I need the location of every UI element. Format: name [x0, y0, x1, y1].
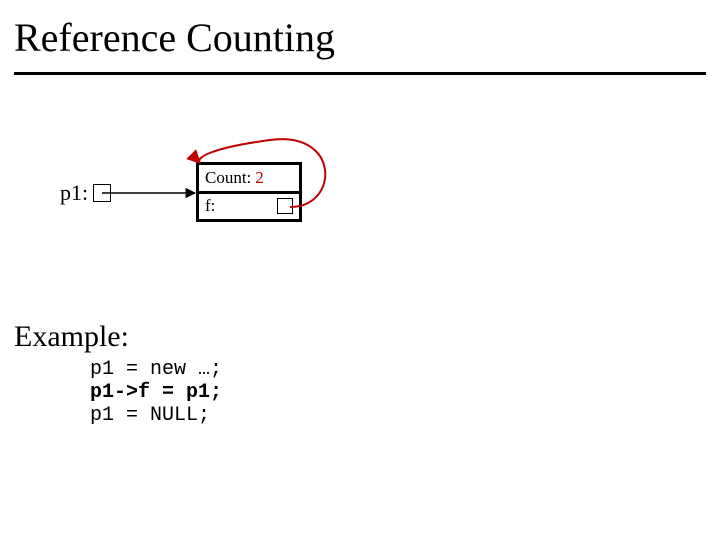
page-title: Reference Counting: [14, 14, 335, 61]
object-count-row: Count: 2: [199, 165, 299, 194]
object-f-row: f:: [199, 194, 299, 220]
object-box: Count: 2 f:: [196, 162, 302, 222]
count-label: Count:: [199, 168, 251, 188]
code-line-3: p1 = NULL;: [90, 404, 210, 427]
p1-label: p1:: [60, 180, 88, 206]
slide: Reference Counting p1: Count: 2 f: Examp…: [0, 0, 720, 540]
arrows-overlay: [0, 0, 720, 540]
code-line-2: p1->f = p1;: [90, 381, 222, 404]
p1-pointer-box: [93, 184, 111, 202]
f-pointer-box: [277, 198, 293, 214]
horizontal-rule: [14, 72, 706, 75]
code-line-1: p1 = new …;: [90, 358, 222, 381]
example-heading: Example:: [14, 320, 129, 354]
count-value: 2: [251, 168, 264, 188]
f-label: f:: [199, 196, 215, 216]
code-block: p1 = new …; p1->f = p1; p1 = NULL;: [90, 358, 222, 427]
